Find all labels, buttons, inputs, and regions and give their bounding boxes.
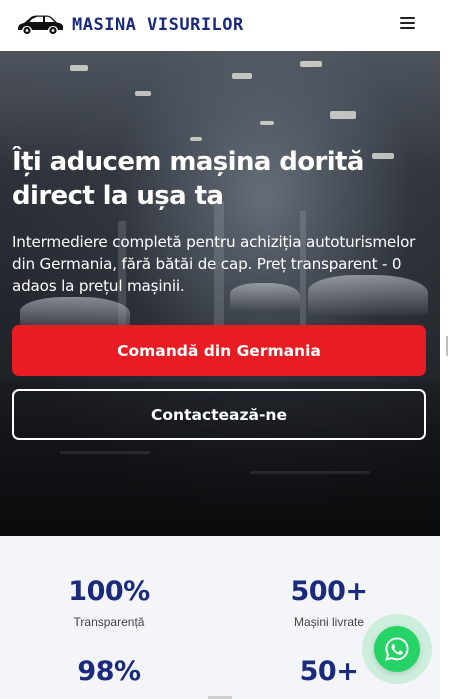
stat-item: 98%	[9, 656, 209, 687]
contact-us-button[interactable]: Contactează-ne	[12, 389, 426, 440]
logo-link[interactable]	[16, 11, 64, 37]
hamburger-menu-icon[interactable]	[400, 17, 418, 33]
page: MASINA VISURILOR Îți aducem mașina dorit…	[0, 0, 449, 699]
stat-item: 100% Transparență	[9, 576, 209, 629]
stat-value: 500+	[290, 576, 368, 607]
hero-title: Îți aducem mașina dorită direct la ușa t…	[12, 147, 364, 211]
brand-name[interactable]: MASINA VISURILOR	[72, 15, 244, 35]
stat-value: 100%	[68, 576, 150, 607]
site-header: MASINA VISURILOR	[0, 0, 440, 51]
car-logo-icon	[18, 15, 63, 35]
scroll-handle[interactable]	[446, 336, 448, 356]
stat-value: 98%	[77, 656, 141, 687]
whatsapp-button[interactable]	[374, 626, 420, 672]
hero-subtitle: Intermediere completă pentru achiziția a…	[12, 233, 416, 295]
whatsapp-icon	[385, 637, 409, 661]
order-from-germany-button[interactable]: Comandă din Germania	[12, 325, 426, 376]
stat-label: Transparență	[73, 615, 145, 629]
hero-section: Îți aducem mașina dorită direct la ușa t…	[0, 51, 440, 536]
